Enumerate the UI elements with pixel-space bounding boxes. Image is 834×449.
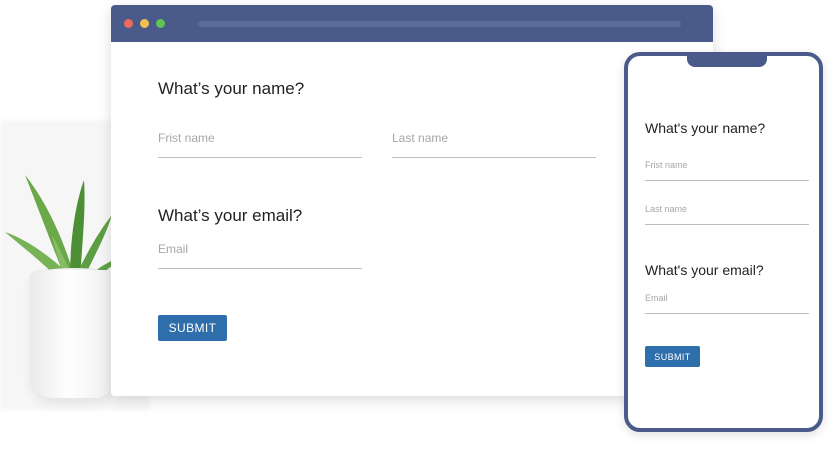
submit-button[interactable]: SUBMIT	[158, 315, 227, 341]
mobile-first-name-placeholder: Frist name	[645, 160, 688, 170]
window-minimize-dot[interactable]	[140, 19, 149, 28]
email-placeholder: Email	[158, 242, 189, 256]
mobile-last-name-field[interactable]: Last name	[645, 202, 809, 225]
mobile-email-heading: What's your email?	[645, 262, 764, 278]
address-bar[interactable]	[198, 21, 681, 27]
mobile-first-name-field[interactable]: Frist name	[645, 158, 809, 181]
mobile-phone-frame: What's your name? Frist name Last name W…	[624, 52, 823, 432]
mobile-email-placeholder: Email	[645, 293, 668, 303]
email-field[interactable]: Email	[158, 234, 362, 269]
plant-pot	[30, 270, 116, 398]
name-heading: What’s your name?	[158, 79, 305, 98]
desktop-browser-window: What’s your name? Frist name Last name W…	[111, 5, 713, 396]
browser-title-bar	[111, 5, 713, 42]
mobile-email-field[interactable]: Email	[645, 291, 809, 314]
first-name-field[interactable]: Frist name	[158, 123, 362, 158]
window-close-dot[interactable]	[124, 19, 133, 28]
mobile-name-heading: What's your name?	[645, 120, 766, 136]
mobile-submit-button[interactable]: SUBMIT	[645, 346, 700, 367]
window-maximize-dot[interactable]	[156, 19, 165, 28]
email-heading: What’s your email?	[158, 206, 303, 225]
first-name-placeholder: Frist name	[158, 131, 215, 145]
mobile-last-name-placeholder: Last name	[645, 204, 688, 214]
last-name-field[interactable]: Last name	[392, 123, 596, 158]
phone-notch	[687, 52, 767, 67]
last-name-placeholder: Last name	[392, 131, 449, 145]
